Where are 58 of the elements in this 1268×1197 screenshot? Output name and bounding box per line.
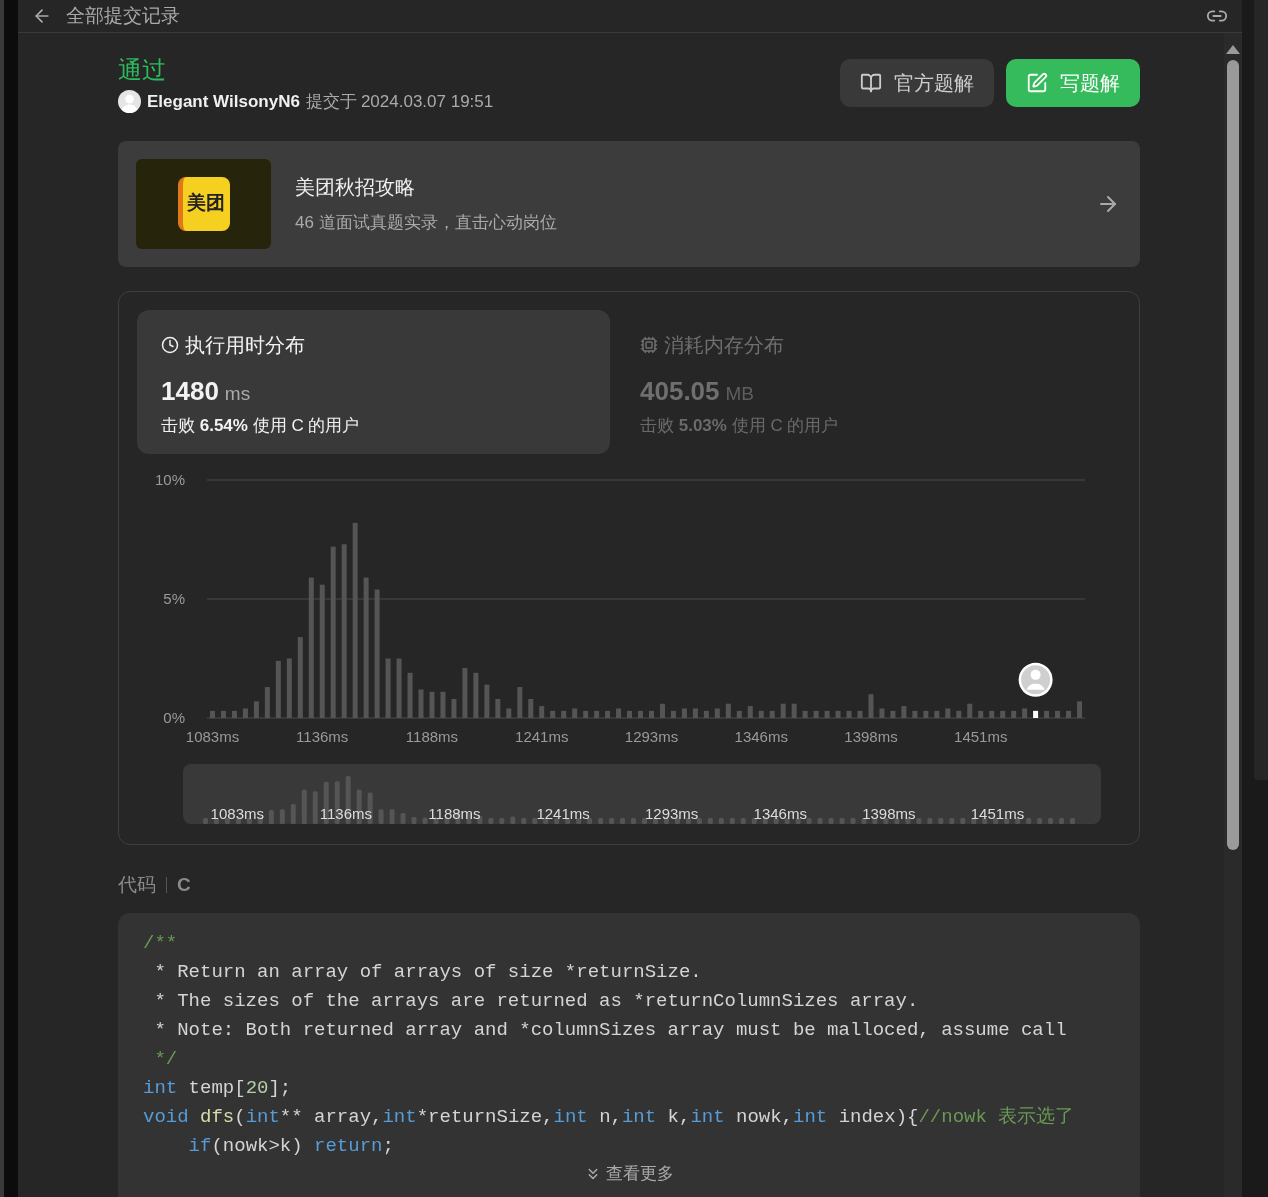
code-line: */	[153, 1047, 179, 1072]
range-navigator[interactable]: 1083ms 1136ms 1188ms 1241ms 1293ms 1346ms 1398ms 1451ms	[183, 763, 1101, 824]
stats-title: 执行用时分布	[185, 332, 305, 358]
official-solution-button[interactable]: 官方题解	[840, 59, 994, 107]
navigator-label: 1398ms	[861, 804, 917, 824]
edit-icon	[1026, 72, 1048, 94]
x-axis-label: 1083ms	[185, 727, 240, 745]
code-line: * Return an array of arrays of size *returnSize.	[153, 960, 703, 985]
promo-logo-text: 美团	[187, 191, 225, 216]
submission-time: 2024.03.07 19:51	[360, 91, 494, 113]
y-axis-label: 5%	[163, 589, 185, 607]
navigator-label: 1451ms	[969, 804, 1026, 824]
code-line: * Note: Both returned array and *columnSizes array must be malloced, assume call	[153, 1018, 1068, 1043]
user-avatar-marker	[1018, 662, 1053, 697]
navigator-label: 1241ms	[535, 804, 591, 824]
user-avatar	[118, 90, 141, 114]
x-axis-label: 1136ms	[296, 727, 349, 745]
x-axis-label: 1241ms	[515, 727, 569, 745]
code-line: int temp[20];	[143, 1076, 293, 1101]
promo-banner[interactable]: 美团 美团秋招攻略 46 道面试真题实录，直击心动岗位	[118, 140, 1140, 267]
bar	[1033, 710, 1039, 718]
submitted-label: 提交于	[305, 91, 357, 113]
stats-unit: ms	[224, 381, 251, 406]
beat-text: 击败 6.54% 使用 C 的用户	[161, 414, 361, 437]
user-name[interactable]: Elegant WilsonyN6	[147, 89, 300, 115]
navigator-label: 1188ms	[427, 804, 482, 824]
book-icon	[860, 72, 882, 94]
x-axis-label: 1293ms	[624, 727, 679, 745]
stats-tab[interactable]: 执行用时分布 1480 ms 击败 6.54% 使用 C 的用户	[137, 309, 610, 454]
promo-subtitle: 46 道面试真题实录，直击心动岗位	[295, 211, 557, 234]
status-text: 通过	[118, 55, 167, 85]
x-axis-label: 1188ms	[405, 727, 459, 745]
stats-value: 1480	[161, 374, 219, 408]
code-line: if(nowk>k) return;	[187, 1134, 395, 1159]
y-axis-label: 0%	[163, 708, 185, 726]
x-axis-label: 1451ms	[954, 727, 1008, 745]
x-axis-label: 1398ms	[844, 727, 898, 745]
navigator-label: 1293ms	[644, 804, 700, 824]
beat-text: 击败 5.03% 使用 C 的用户	[640, 414, 840, 437]
code-label: 代码	[118, 872, 156, 897]
navigator-label: 1346ms	[752, 804, 808, 824]
stats-unit: MB	[725, 381, 755, 406]
navigator-label: 1136ms	[318, 804, 373, 824]
stats-value: 405.05	[640, 374, 720, 408]
page-title: 全部提交记录	[66, 3, 180, 28]
code-line: * The sizes of the arrays are returned as *returnColumnSizes array.	[153, 989, 920, 1014]
x-axis-label: 1346ms	[734, 727, 788, 745]
code-language: C	[177, 872, 191, 897]
stats-title: 消耗内存分布	[664, 332, 784, 358]
clock-icon	[161, 335, 179, 354]
code-line: /**	[143, 931, 179, 956]
promo-title: 美团秋招攻略	[295, 174, 416, 200]
navigator-label: 1083ms	[209, 804, 265, 824]
y-axis-label: 10%	[154, 470, 185, 488]
chip-icon	[640, 335, 658, 354]
scrollbar[interactable]	[1224, 33, 1242, 1197]
show-more-button[interactable]: 查看更多	[584, 1163, 674, 1185]
code-line: void dfs(int** array,int*returnSize,int n,int k,int nowk,int index){//nowk 表示选了	[143, 1105, 1076, 1130]
